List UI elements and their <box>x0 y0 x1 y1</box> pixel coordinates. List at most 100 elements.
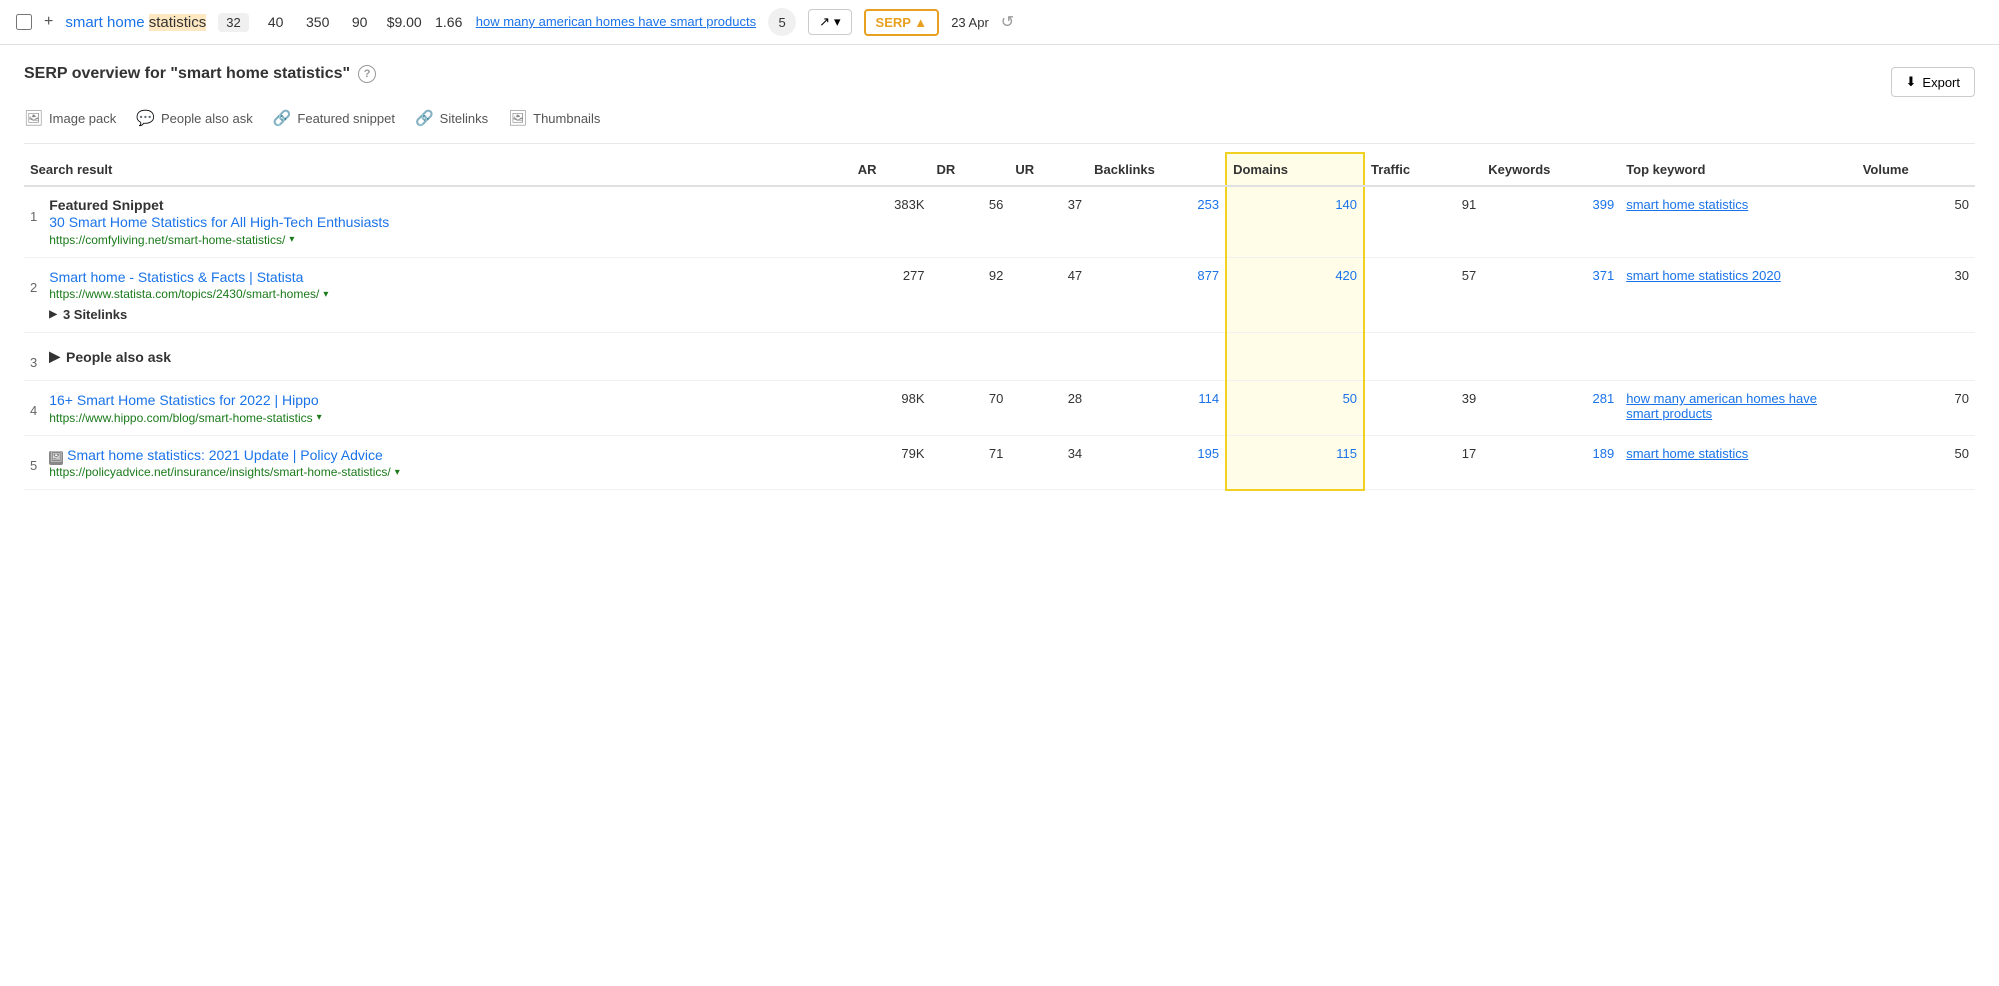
td-keywords-4: 281 <box>1482 381 1620 436</box>
feature-thumbnails[interactable]: 🖼 Thumbnails <box>508 109 600 127</box>
image-pack-label: Image pack <box>49 111 116 126</box>
featured-snippet-label: Featured snippet <box>297 111 395 126</box>
url-text-5: https://policyadvice.net/insurance/insig… <box>49 465 390 479</box>
result-url-2: https://www.statista.com/topics/2430/sma… <box>49 287 328 301</box>
td-topkw-3 <box>1620 333 1856 381</box>
td-search-2: 2 Smart home - Statistics & Facts | Stat… <box>24 257 852 333</box>
paa-icon: 💬 <box>136 109 155 127</box>
th-dr: DR <box>931 153 1010 186</box>
sitelinks-label: Sitelinks <box>440 111 488 126</box>
result-link-2[interactable]: Smart home - Statistics & Facts | Statis… <box>49 268 328 288</box>
td-ar-4: 98K <box>852 381 931 436</box>
result-link-5[interactable]: 🖼 Smart home statistics: 2021 Update | P… <box>49 446 400 466</box>
topkw-link-4[interactable]: how many american homes have smart produ… <box>1626 391 1817 421</box>
sitelinks-text-2: 3 Sitelinks <box>63 307 127 322</box>
td-backlinks-1: 253 <box>1088 186 1226 257</box>
td-ur-4: 28 <box>1009 381 1088 436</box>
topkw-link-2[interactable]: smart home statistics 2020 <box>1626 268 1781 283</box>
td-ur-3 <box>1009 333 1088 381</box>
chart-btn-arrow: ▾ <box>834 14 841 30</box>
add-keyword-btn[interactable]: + <box>44 13 53 31</box>
export-btn[interactable]: ⬇ Export <box>1891 67 1975 97</box>
td-ar-5: 79K <box>852 435 931 490</box>
paa-label: People also ask <box>161 111 253 126</box>
cpc-stat: 90 <box>345 14 375 30</box>
td-ur-2: 47 <box>1009 257 1088 333</box>
chart-btn[interactable]: ↗ ▾ <box>808 9 851 35</box>
table-row: 1 Featured Snippet 30 Smart Home Statist… <box>24 186 1975 257</box>
paa-expand-3[interactable]: ▶ People also ask <box>49 348 171 365</box>
td-domains-2: 420 <box>1226 257 1364 333</box>
td-volume-4: 70 <box>1857 381 1975 436</box>
serp-title: SERP overview for "smart home statistics… <box>24 65 376 83</box>
td-topkw-1: smart home statistics <box>1620 186 1856 257</box>
table-header-row: Search result AR DR UR Backlinks Domains… <box>24 153 1975 186</box>
td-keywords-3 <box>1482 333 1620 381</box>
keyword-highlight: statistics <box>149 14 207 31</box>
thumbnail-icon-5: 🖼 <box>49 451 63 465</box>
feature-sitelinks[interactable]: 🔗 Sitelinks <box>415 109 488 127</box>
export-label: Export <box>1922 75 1960 90</box>
td-topkw-4: how many american homes have smart produ… <box>1620 381 1856 436</box>
th-keywords: Keywords <box>1482 153 1620 186</box>
sitelinks-triangle-2: ▶ <box>49 309 57 320</box>
td-keywords-2: 371 <box>1482 257 1620 333</box>
td-backlinks-5: 195 <box>1088 435 1226 490</box>
td-traffic-5: 17 <box>1364 435 1482 490</box>
topkw-link-5[interactable]: smart home statistics <box>1626 446 1748 461</box>
sitelinks-expand-2[interactable]: ▶ 3 Sitelinks <box>49 307 328 322</box>
th-domains: Domains <box>1226 153 1364 186</box>
td-traffic-2: 57 <box>1364 257 1482 333</box>
feature-image-pack[interactable]: 🖼 Image pack <box>24 109 116 127</box>
td-volume-2: 30 <box>1857 257 1975 333</box>
td-search-1: 1 Featured Snippet 30 Smart Home Statist… <box>24 186 852 257</box>
kd-stat: 350 <box>303 14 333 30</box>
result-url-5: https://policyadvice.net/insurance/insig… <box>49 465 400 479</box>
feature-people-also-ask[interactable]: 💬 People also ask <box>136 109 252 127</box>
top-row: + smart home statistics 32 40 350 90 $9.… <box>0 0 1999 45</box>
td-topkw-2: smart home statistics 2020 <box>1620 257 1856 333</box>
serp-overview-header: SERP overview for "smart home statistics… <box>24 65 1975 99</box>
td-dr-5: 71 <box>931 435 1010 490</box>
url-text-2: https://www.statista.com/topics/2430/sma… <box>49 287 319 301</box>
td-traffic-4: 39 <box>1364 381 1482 436</box>
chart-icon: ↗ <box>819 14 830 30</box>
result-link-4[interactable]: 16+ Smart Home Statistics for 2022 | Hip… <box>49 391 321 411</box>
url-arrow-4[interactable]: ▾ <box>317 412 322 423</box>
featured-snippet-icon: 🔗 <box>273 109 292 127</box>
td-ar-2: 277 <box>852 257 931 333</box>
keyword-text: smart home statistics <box>65 14 206 31</box>
td-dr-3 <box>931 333 1010 381</box>
table-row: 2 Smart home - Statistics & Facts | Stat… <box>24 257 1975 333</box>
url-arrow-5[interactable]: ▾ <box>395 467 400 478</box>
keyword-checkbox[interactable] <box>16 14 32 30</box>
td-volume-1: 50 <box>1857 186 1975 257</box>
thumbnails-label: Thumbnails <box>533 111 600 126</box>
related-keyword-link[interactable]: how many american homes have smart produ… <box>476 13 756 31</box>
th-search-result: Search result <box>24 153 852 186</box>
row-num-1: 1 <box>30 197 37 224</box>
td-dr-1: 56 <box>931 186 1010 257</box>
td-domains-5: 115 <box>1226 435 1364 490</box>
td-domains-3 <box>1226 333 1364 381</box>
export-icon: ⬇ <box>1906 74 1917 90</box>
td-backlinks-3 <box>1088 333 1226 381</box>
topkw-link-1[interactable]: smart home statistics <box>1626 197 1748 212</box>
th-volume: Volume <box>1857 153 1975 186</box>
row-num-4: 4 <box>30 391 37 418</box>
info-icon[interactable]: ? <box>358 65 376 83</box>
td-search-5: 5 🖼 Smart home statistics: 2021 Update |… <box>24 435 852 490</box>
url-arrow-2[interactable]: ▾ <box>323 289 328 300</box>
td-ur-5: 34 <box>1009 435 1088 490</box>
refresh-icon[interactable]: ↺ <box>1001 12 1014 32</box>
position-badge: 5 <box>768 8 796 36</box>
td-backlinks-4: 114 <box>1088 381 1226 436</box>
td-dr-4: 70 <box>931 381 1010 436</box>
url-arrow-1[interactable]: ▾ <box>289 234 294 245</box>
feature-featured-snippet[interactable]: 🔗 Featured snippet <box>273 109 395 127</box>
td-search-4: 4 16+ Smart Home Statistics for 2022 | H… <box>24 381 852 436</box>
result-url-4: https://www.hippo.com/blog/smart-home-st… <box>49 411 321 425</box>
result-link-1[interactable]: 30 Smart Home Statistics for All High-Te… <box>49 213 389 233</box>
serp-btn[interactable]: SERP ▲ <box>864 9 940 36</box>
image-pack-icon: 🖼 <box>24 109 43 127</box>
